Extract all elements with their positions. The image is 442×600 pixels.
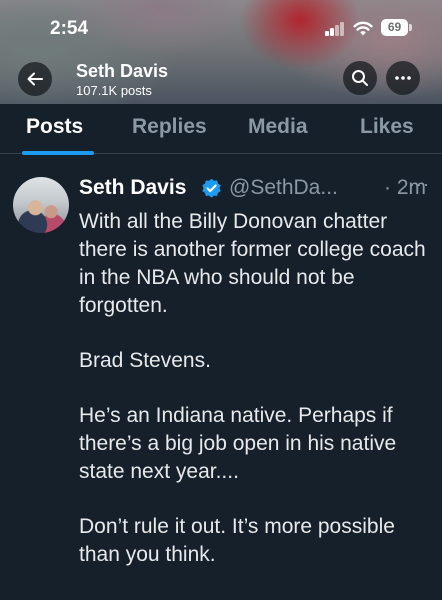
more-horizontal-icon bbox=[395, 76, 411, 80]
battery-icon: 69 bbox=[381, 19, 408, 36]
status-time: 2:54 bbox=[50, 18, 89, 39]
header-name: Seth Davis bbox=[76, 61, 169, 81]
avatar[interactable] bbox=[13, 177, 69, 233]
status-bar: 2:54 69 bbox=[0, 0, 442, 56]
tab-replies[interactable]: Replies bbox=[132, 115, 207, 139]
verified-badge-icon bbox=[202, 178, 221, 198]
header-posts-count: 107.1K posts bbox=[76, 83, 152, 98]
header-title: Seth Davis 107.1K posts bbox=[76, 61, 168, 98]
tweet-paragraph: He’s an Indiana native. Perhaps if there… bbox=[79, 404, 397, 483]
profile-screen: 2:54 69 Seth Davis 107.1K posts Posts Re… bbox=[0, 0, 442, 600]
tweet-body: With all the Billy Donovan chatter there… bbox=[79, 208, 429, 596]
tab-media[interactable]: Media bbox=[248, 115, 308, 139]
tweet-paragraph: Brad Stevens. bbox=[79, 349, 211, 372]
search-icon bbox=[352, 70, 368, 86]
back-button[interactable] bbox=[18, 62, 52, 96]
tweet-more-options[interactable]: ··· bbox=[409, 174, 430, 195]
cellular-signal-icon bbox=[325, 22, 345, 36]
tweet-paragraph: Don’t rule it out. It’s more possible th… bbox=[79, 515, 395, 566]
tweet-author-handle[interactable]: @SethDa... bbox=[229, 176, 338, 200]
tweet-author-name[interactable]: Seth Davis bbox=[79, 176, 186, 200]
arrow-left-icon bbox=[27, 72, 43, 86]
more-options-button[interactable] bbox=[386, 61, 420, 95]
tab-likes[interactable]: Likes bbox=[360, 115, 414, 139]
profile-tabs: Posts Replies Media Likes bbox=[0, 104, 442, 155]
active-tab-indicator bbox=[22, 151, 94, 155]
wifi-icon bbox=[353, 21, 373, 36]
tab-posts[interactable]: Posts bbox=[26, 115, 83, 139]
tweet-paragraph: With all the Billy Donovan chatter there… bbox=[79, 210, 426, 317]
battery-cap bbox=[409, 24, 412, 31]
search-button[interactable] bbox=[343, 61, 377, 95]
